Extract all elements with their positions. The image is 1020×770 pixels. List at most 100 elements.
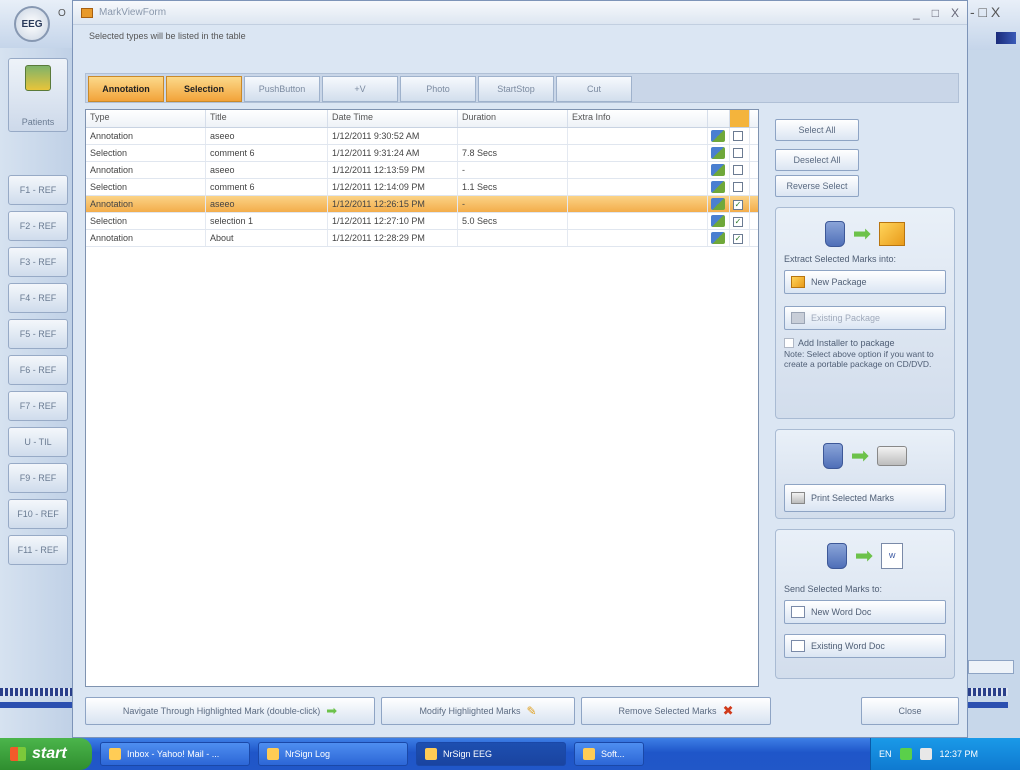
- close-window-button[interactable]: X: [951, 6, 959, 20]
- row-select-checkbox[interactable]: [733, 148, 743, 158]
- taskbar-item[interactable]: Inbox - Yahoo! Mail - ...: [100, 742, 250, 766]
- cell-duration: -: [458, 162, 568, 178]
- table-row[interactable]: Selection comment 6 1/12/2011 12:14:09 PM 1…: [86, 179, 758, 196]
- reverse-select-button[interactable]: Reverse Select: [775, 175, 859, 197]
- sidebar-function-button[interactable]: F3 - REF: [8, 247, 68, 277]
- language-indicator[interactable]: EN: [879, 749, 892, 759]
- extract-group: ➡ Extract Selected Marks into: New Packa…: [775, 207, 955, 419]
- taskbar-item-label: Inbox - Yahoo! Mail - ...: [127, 749, 220, 759]
- column-header[interactable]: [730, 110, 750, 127]
- new-word-doc-label: New Word Doc: [811, 607, 872, 617]
- patients-icon: [25, 65, 51, 91]
- existing-word-doc-label: Existing Word Doc: [811, 641, 885, 651]
- table-body: Annotation aseeo 1/12/2011 9:30:52 AM Selec…: [86, 128, 758, 247]
- sidebar-function-button[interactable]: U - TIL: [8, 427, 68, 457]
- cell-title: About: [206, 230, 328, 246]
- sidebar-function-button[interactable]: F9 - REF: [8, 463, 68, 493]
- restore-button[interactable]: □: [932, 6, 939, 20]
- sidebar-function-button[interactable]: F1 - REF: [8, 175, 68, 205]
- sidebar-function-button[interactable]: F6 - REF: [8, 355, 68, 385]
- existing-package-button[interactable]: Existing Package: [784, 306, 946, 330]
- tab-filter-type[interactable]: Annotation: [88, 76, 164, 102]
- deselect-all-button[interactable]: Deselect All: [775, 149, 859, 171]
- modify-marks-button[interactable]: Modify Highlighted Marks ✎: [381, 697, 575, 725]
- row-select-checkbox[interactable]: ✓: [733, 217, 743, 227]
- sidebar-function-button[interactable]: F10 - REF: [8, 499, 68, 529]
- tab-filter-type[interactable]: Photo: [400, 76, 476, 102]
- cell-title: comment 6: [206, 179, 328, 195]
- tab-filter-type[interactable]: +V: [322, 76, 398, 102]
- sidebar-function-button[interactable]: F2 - REF: [8, 211, 68, 241]
- printer-icon: [791, 492, 805, 504]
- table-row[interactable]: Annotation aseeo 1/12/2011 12:26:15 PM - ✓: [86, 196, 758, 213]
- cell-duration: [458, 230, 568, 246]
- type-filter-hint: Selected types will be listed in the tab…: [89, 31, 246, 41]
- column-header[interactable]: Duration: [458, 110, 568, 127]
- tab-filter-type[interactable]: Selection: [166, 76, 242, 102]
- taskbar-item[interactable]: Soft...: [574, 742, 644, 766]
- column-header[interactable]: Extra Info: [568, 110, 708, 127]
- add-installer-label: Add Installer to package: [798, 338, 895, 348]
- navigate-marks-button[interactable]: Navigate Through Highlighted Mark (doubl…: [85, 697, 375, 725]
- row-select-checkbox[interactable]: [733, 131, 743, 141]
- start-button[interactable]: start: [0, 738, 92, 770]
- mark-icon: [711, 232, 725, 244]
- tab-filter-type[interactable]: Cut: [556, 76, 632, 102]
- package-disabled-icon: [791, 312, 805, 324]
- marks-table[interactable]: Type Title Date Time Duration Extra Info Ann…: [85, 109, 759, 687]
- tab-filter-type[interactable]: StartStop: [478, 76, 554, 102]
- table-row[interactable]: Annotation About 1/12/2011 12:28:29 PM ✓: [86, 230, 758, 247]
- existing-word-doc-button[interactable]: Existing Word Doc: [784, 634, 946, 658]
- select-all-button[interactable]: Select All: [775, 119, 859, 141]
- database-icon: [822, 443, 843, 469]
- print-marks-button[interactable]: Print Selected Marks: [784, 484, 946, 512]
- network-icon[interactable]: [899, 748, 912, 760]
- eeg-logo[interactable]: EEG: [14, 6, 50, 42]
- row-select-checkbox[interactable]: ✓: [733, 234, 743, 244]
- table-row[interactable]: Annotation aseeo 1/12/2011 12:13:59 PM -: [86, 162, 758, 179]
- volume-icon[interactable]: [919, 748, 932, 760]
- remove-marks-button[interactable]: Remove Selected Marks ✖: [581, 697, 771, 725]
- word-illustration: ➡ W: [776, 536, 954, 576]
- taskbar-item[interactable]: NrSign EEG: [416, 742, 566, 766]
- cell-mark-icon: [708, 230, 730, 246]
- edit-icon: ✎: [526, 704, 537, 718]
- cell-select: [730, 145, 750, 161]
- cell-mark-icon: [708, 179, 730, 195]
- new-word-doc-button[interactable]: New Word Doc: [784, 600, 946, 624]
- add-installer-row[interactable]: Add Installer to package: [776, 336, 954, 350]
- word-document-icon: [791, 606, 805, 618]
- sidebar-function-button[interactable]: F5 - REF: [8, 319, 68, 349]
- minimize-button[interactable]: _: [913, 6, 920, 20]
- word-group: ➡ W Send Selected Marks to: New Word Doc…: [775, 529, 955, 679]
- sidebar-function-button[interactable]: F4 - REF: [8, 283, 68, 313]
- column-header[interactable]: Title: [206, 110, 328, 127]
- column-header[interactable]: [708, 110, 730, 127]
- add-installer-checkbox[interactable]: [784, 338, 794, 348]
- row-select-checkbox[interactable]: ✓: [733, 200, 743, 210]
- patients-label: Patients: [21, 117, 55, 127]
- background-toolbar-icon[interactable]: [996, 32, 1016, 44]
- taskbar-item[interactable]: NrSign Log: [258, 742, 408, 766]
- background-scrollbar[interactable]: [968, 660, 1014, 674]
- cell-datetime: 1/12/2011 12:13:59 PM: [328, 162, 458, 178]
- sidebar-function-button[interactable]: F11 - REF: [8, 535, 68, 565]
- row-select-checkbox[interactable]: [733, 165, 743, 175]
- table-header: Type Title Date Time Duration Extra Info: [86, 110, 758, 128]
- table-row[interactable]: Selection selection 1 1/12/2011 12:27:10 P…: [86, 213, 758, 230]
- sidebar-function-button[interactable]: F7 - REF: [8, 391, 68, 421]
- cell-title: aseeo: [206, 128, 328, 144]
- clock: 12:37 PM: [939, 749, 979, 759]
- new-package-button[interactable]: New Package: [784, 270, 946, 294]
- cell-mark-icon: [708, 213, 730, 229]
- close-button[interactable]: Close: [861, 697, 959, 725]
- column-header[interactable]: Date Time: [328, 110, 458, 127]
- table-row[interactable]: Annotation aseeo 1/12/2011 9:30:52 AM: [86, 128, 758, 145]
- table-row[interactable]: Selection comment 6 1/12/2011 9:31:24 AM 7.…: [86, 145, 758, 162]
- print-illustration: ➡: [776, 436, 954, 476]
- column-header[interactable]: Type: [86, 110, 206, 127]
- patients-button[interactable]: Patients: [8, 58, 68, 132]
- arrow-right-icon: ➡: [852, 221, 872, 246]
- row-select-checkbox[interactable]: [733, 182, 743, 192]
- tab-filter-type[interactable]: PushButton: [244, 76, 320, 102]
